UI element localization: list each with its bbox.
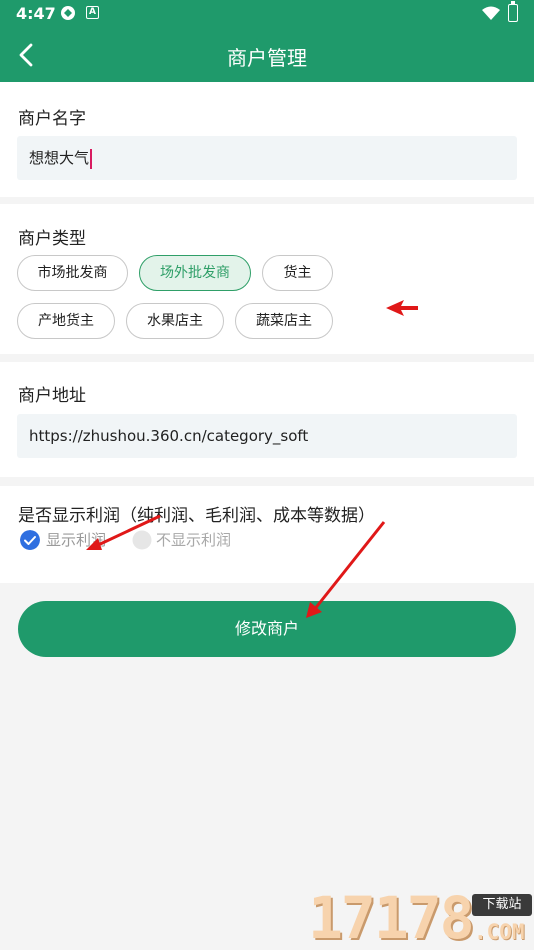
show-profit-label: 是否显示利润（纯利润、毛利润、成本等数据） bbox=[18, 506, 375, 526]
radio-checked-icon bbox=[20, 530, 40, 550]
status-bar: 4:47 A bbox=[0, 0, 534, 28]
chip-fruit-shop-owner[interactable]: 水果店主 bbox=[126, 303, 224, 339]
merchant-name-section: 商户名字 想想大气 bbox=[0, 82, 534, 197]
watermark-logo: 17178 下载站 .COM bbox=[306, 880, 534, 950]
page-title: 商户管理 bbox=[227, 46, 307, 70]
chip-offsite-wholesaler[interactable]: 场外批发商 bbox=[139, 255, 251, 291]
radio-unchecked-icon bbox=[132, 530, 152, 550]
accessibility-notification-icon: A bbox=[86, 6, 99, 19]
radio-hide-profit[interactable]: 不显示利润 bbox=[132, 529, 242, 551]
merchant-address-label: 商户地址 bbox=[18, 386, 86, 406]
show-profit-section: 是否显示利润（纯利润、毛利润、成本等数据） 显示利润 不显示利润 bbox=[0, 486, 534, 583]
watermark-digits: 17178 bbox=[308, 884, 475, 950]
merchant-name-input[interactable]: 想想大气 bbox=[17, 136, 517, 180]
chip-vegetable-shop-owner[interactable]: 蔬菜店主 bbox=[235, 303, 333, 339]
chip-cargo-owner[interactable]: 货主 bbox=[262, 255, 333, 291]
battery-icon bbox=[508, 1, 518, 22]
app-notification-icon bbox=[61, 6, 75, 20]
text-cursor bbox=[90, 148, 93, 169]
merchant-address-section: 商户地址 https://zhushou.360.cn/category_sof… bbox=[0, 362, 534, 477]
merchant-address-input[interactable]: https://zhushou.360.cn/category_soft bbox=[17, 414, 517, 458]
chip-market-wholesaler[interactable]: 市场批发商 bbox=[17, 255, 128, 291]
title-bar: 商户管理 bbox=[0, 28, 534, 82]
watermark-suffix: .COM bbox=[474, 920, 525, 944]
radio-hide-profit-label: 不显示利润 bbox=[156, 531, 232, 549]
chip-origin-cargo-owner[interactable]: 产地货主 bbox=[17, 303, 115, 339]
radio-show-profit-label: 显示利润 bbox=[46, 531, 107, 549]
watermark-tag: 下载站 bbox=[472, 894, 532, 916]
merchant-name-label: 商户名字 bbox=[18, 109, 86, 129]
status-time: 4:47 bbox=[16, 4, 56, 23]
submit-button[interactable]: 修改商户 bbox=[18, 601, 516, 657]
merchant-type-label: 商户类型 bbox=[18, 229, 86, 249]
wifi-icon bbox=[482, 6, 500, 20]
radio-show-profit[interactable]: 显示利润 bbox=[20, 529, 120, 551]
merchant-name-value: 想想大气 bbox=[29, 149, 90, 167]
merchant-address-value: https://zhushou.360.cn/category_soft bbox=[29, 427, 309, 445]
merchant-type-section: 商户类型 市场批发商 场外批发商 货主 产地货主 水果店主 蔬菜店主 bbox=[0, 204, 534, 354]
